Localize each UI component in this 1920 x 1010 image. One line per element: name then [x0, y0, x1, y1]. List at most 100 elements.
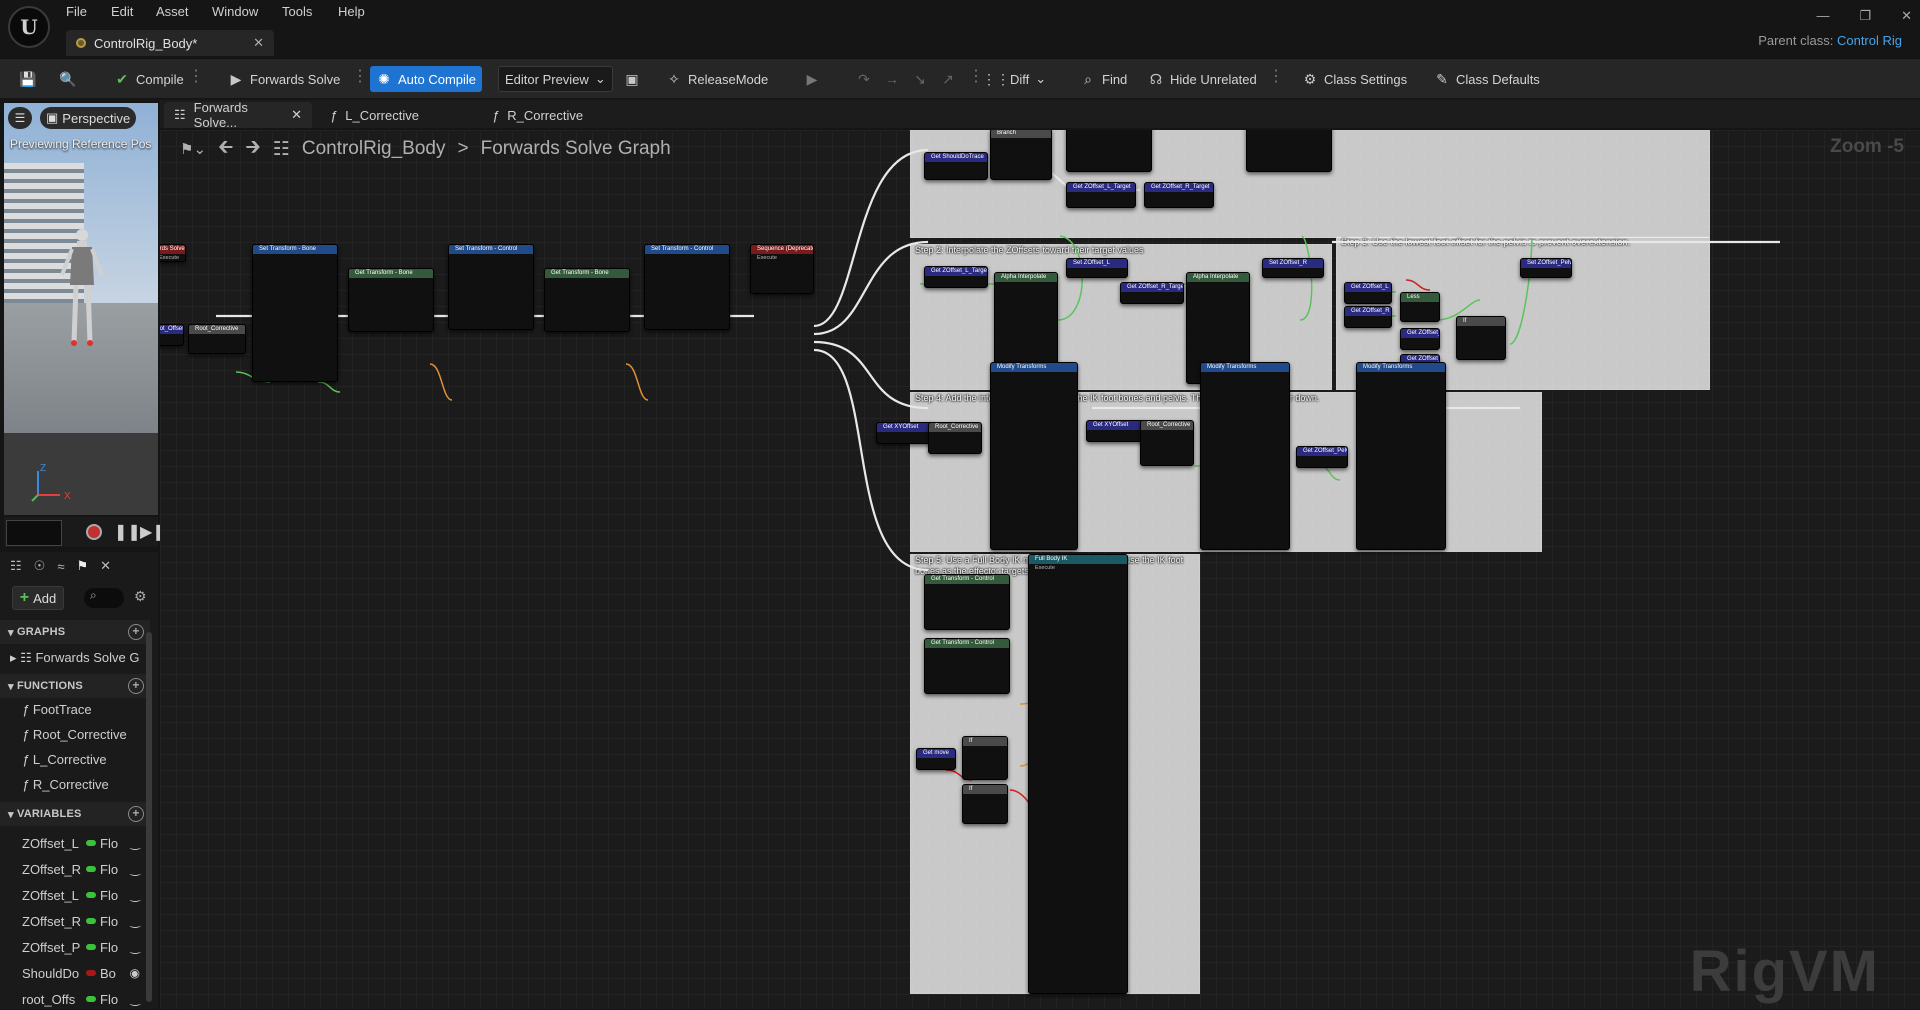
function-item[interactable]: ƒ FootTrace: [22, 702, 92, 717]
hide-unrelated-button[interactable]: ☊ Hide Unrelated: [1142, 66, 1263, 92]
node-root-corrective[interactable]: Root_Corrective: [188, 324, 246, 354]
node-get-xyoffset[interactable]: Get XYOffset: [876, 422, 936, 444]
variable-item[interactable]: ZOffset_L Flo ‿: [22, 884, 140, 906]
node-get-transform-control[interactable]: Get Transform - Control: [1066, 130, 1152, 172]
node-pin-execute[interactable]: Execute: [1029, 564, 1127, 573]
tree-icon[interactable]: ☷: [10, 558, 22, 574]
eye-closed-icon[interactable]: ‿: [130, 836, 140, 850]
close-window-icon[interactable]: ✕: [1901, 8, 1912, 24]
node-if[interactable]: If: [962, 784, 1008, 824]
step-over-button[interactable]: →: [878, 66, 906, 92]
node-get-zoffset-pelvis[interactable]: Get ZOffset_Pelvis: [1296, 446, 1348, 468]
node-if[interactable]: If: [1456, 316, 1506, 360]
node-full-body-ik[interactable]: Full Body IK Execute: [1028, 554, 1128, 994]
node-forwards-solve[interactable]: Forwards Solve Execute: [160, 244, 186, 262]
preview-viewport[interactable]: ☰ ▣ Perspective Previewing Reference Pos…: [4, 103, 158, 515]
function-item[interactable]: ƒ L_Corrective: [22, 752, 107, 767]
menu-edit[interactable]: Edit: [111, 4, 133, 19]
node-get-move[interactable]: Get move: [916, 748, 956, 770]
layout-button[interactable]: ▣: [618, 66, 646, 92]
section-functions[interactable]: ▾ FUNCTIONS +: [0, 674, 150, 698]
node-get-root-offset[interactable]: Get root_Offset: [160, 324, 184, 346]
curves-icon[interactable]: ≈: [57, 559, 64, 574]
tab-forwards-solve[interactable]: ☷ Forwards Solve... ✕: [164, 100, 312, 130]
frame-field[interactable]: [6, 520, 62, 546]
release-mode-button[interactable]: ✧ ReleaseMode: [660, 66, 774, 92]
section-variables[interactable]: ▾ VARIABLES +: [0, 802, 150, 826]
close-tab-icon[interactable]: ✕: [253, 35, 264, 51]
menu-tools[interactable]: Tools: [282, 4, 312, 19]
node-branch[interactable]: Branch: [990, 130, 1052, 180]
node-get-zoffset-r-target[interactable]: Get ZOffset_R_Target: [1120, 282, 1184, 304]
node-set-zoffset-l[interactable]: Set ZOffset_L: [1066, 258, 1128, 278]
settings-gear-icon[interactable]: ⚙: [134, 588, 147, 605]
node-modify-transforms[interactable]: Modify Transforms: [1200, 362, 1290, 550]
browse-button[interactable]: 🔍: [54, 66, 82, 92]
play-button[interactable]: ▶: [798, 66, 826, 92]
node-less[interactable]: Less: [1400, 292, 1440, 322]
forwards-solve-button[interactable]: ▶ Forwards Solve: [222, 66, 346, 92]
class-settings-button[interactable]: ⚙ Class Settings: [1296, 66, 1413, 92]
menu-asset[interactable]: Asset: [156, 4, 189, 19]
auto-compile-button[interactable]: ✺ Auto Compile: [370, 66, 483, 92]
menu-window[interactable]: Window: [212, 4, 258, 19]
variable-item[interactable]: ShouldDo Bo ◉: [22, 962, 140, 984]
editor-preview-dropdown[interactable]: Editor Preview ⌄: [498, 66, 613, 92]
modules-icon[interactable]: ☉: [34, 558, 46, 574]
node-get-zoffset-r[interactable]: Get ZOffset_R: [1344, 306, 1392, 328]
unreal-logo-icon[interactable]: U: [8, 6, 50, 48]
eye-closed-icon[interactable]: ‿: [130, 992, 140, 1006]
eye-closed-icon[interactable]: ‿: [130, 940, 140, 954]
node-get-transform-bone[interactable]: Get Transform - Bone: [544, 268, 630, 332]
add-button[interactable]: + Add: [12, 586, 64, 610]
tab-r-corrective[interactable]: ƒ R_Corrective: [482, 102, 593, 128]
close-panel-icon[interactable]: ✕: [100, 558, 111, 574]
variable-item[interactable]: root_Offs Flo ‿: [22, 988, 140, 1010]
node-get-transform-control[interactable]: Get Transform - Control: [1246, 130, 1332, 172]
node-get-zoffset-l-target[interactable]: Get ZOffset_L_Target: [924, 266, 988, 288]
node-get-should-do-trace[interactable]: Get ShouldDoTrace: [924, 152, 988, 180]
perspective-button[interactable]: ▣ Perspective: [40, 107, 137, 129]
step-button[interactable]: ↷: [850, 66, 878, 92]
eye-open-icon[interactable]: ◉: [130, 966, 140, 980]
blueprint-tab-icon[interactable]: ⚑: [76, 558, 88, 574]
node-get-xyoffset[interactable]: Get XYOffset: [1086, 420, 1144, 442]
section-graphs[interactable]: ▾ GRAPHS +: [0, 620, 150, 644]
node-get-transform-control[interactable]: Get Transform - Control: [924, 638, 1010, 694]
eye-closed-icon[interactable]: ‿: [130, 914, 140, 928]
node-set-transform-bone[interactable]: Set Transform - Bone: [252, 244, 338, 382]
node-set-zoffset-l[interactable]: Get ZOffset_L_Target: [1066, 182, 1136, 208]
variable-item[interactable]: ZOffset_P Flo ‿: [22, 936, 140, 958]
compile-button[interactable]: ✔ Compile: [108, 66, 190, 92]
node-pin-execute[interactable]: Execute: [160, 254, 185, 261]
document-tab[interactable]: ControlRig_Body* ✕: [66, 30, 274, 56]
node-get-transform-control[interactable]: Get Transform - Control: [924, 574, 1010, 630]
node-get-zoffset-l[interactable]: Get ZOffset_L: [1344, 282, 1392, 304]
pause-icon[interactable]: ❚❚: [114, 522, 141, 542]
close-tab-icon[interactable]: ✕: [291, 107, 302, 123]
eye-closed-icon[interactable]: ‿: [130, 888, 140, 902]
node-get-transform-bone[interactable]: Get Transform - Bone: [348, 268, 434, 332]
class-defaults-button[interactable]: ✎ Class Defaults: [1428, 66, 1546, 92]
variable-item[interactable]: ZOffset_L Flo ‿: [22, 832, 140, 854]
function-item[interactable]: ƒ Root_Corrective: [22, 727, 127, 742]
node-set-transform-control[interactable]: Set Transform - Control: [448, 244, 534, 330]
menu-help[interactable]: Help: [338, 4, 365, 19]
node-set-zoffset-r[interactable]: Set ZOffset_R: [1262, 258, 1324, 278]
node-root-corrective[interactable]: Root_Corrective: [928, 422, 982, 454]
add-function-icon[interactable]: +: [128, 678, 144, 694]
node-modify-transforms[interactable]: Modify Transforms: [990, 362, 1078, 550]
diff-dropdown[interactable]: ⋮⋮ Diff ⌄: [982, 66, 1052, 92]
variable-item[interactable]: ZOffset_R Flo ‿: [22, 858, 140, 880]
menu-file[interactable]: File: [66, 4, 87, 19]
node-modify-transforms[interactable]: Modify Transforms: [1356, 362, 1446, 550]
step-into-button[interactable]: ↘: [906, 66, 934, 92]
function-item[interactable]: ƒ R_Corrective: [22, 777, 109, 792]
minimize-icon[interactable]: —: [1816, 8, 1829, 24]
node-sequence[interactable]: Sequence (Deprecated) Execute: [750, 244, 814, 294]
restore-icon[interactable]: ❐: [1859, 8, 1871, 24]
node-get-zoffset-l[interactable]: Get ZOffset_L: [1400, 328, 1440, 350]
node-pin-execute[interactable]: Execute: [751, 254, 813, 263]
node-set-transform-control[interactable]: Set Transform - Control: [644, 244, 730, 330]
find-button[interactable]: ⌕ Find: [1074, 66, 1133, 92]
